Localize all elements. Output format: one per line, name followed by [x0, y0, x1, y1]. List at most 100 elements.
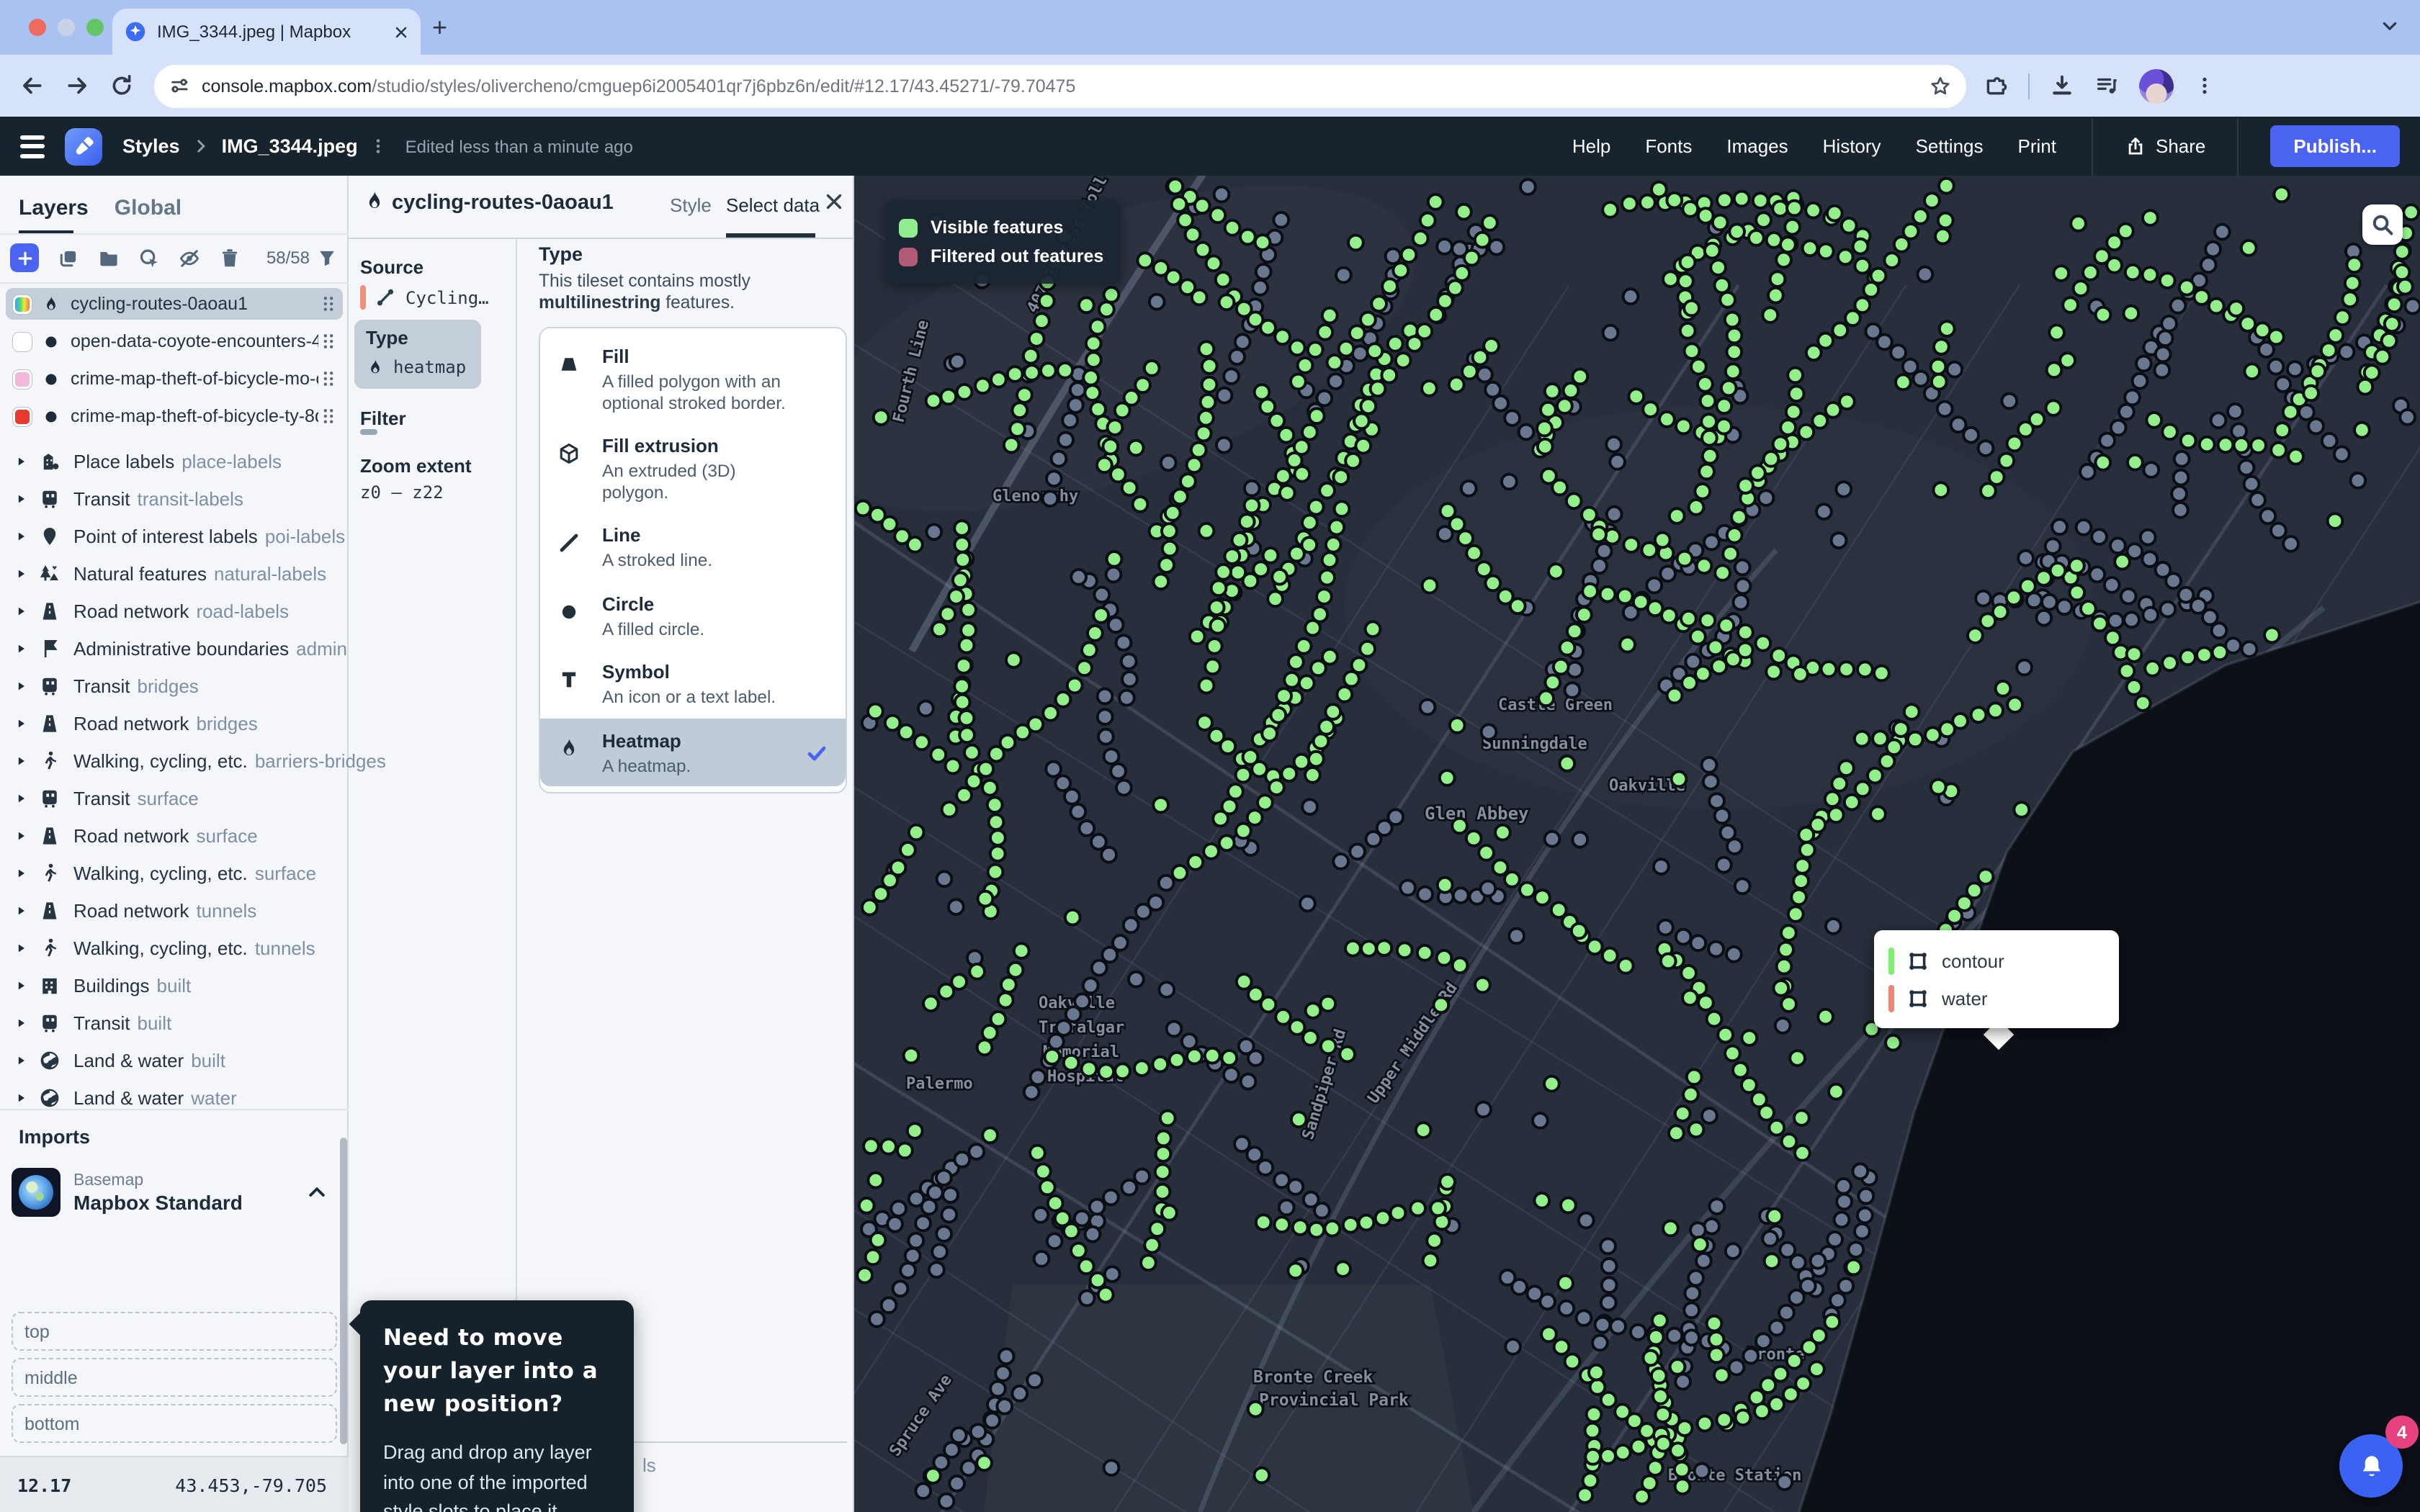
expand-triangle-icon[interactable]	[14, 754, 27, 767]
drag-handle-icon[interactable]	[318, 294, 339, 314]
add-layer-button[interactable]	[10, 243, 39, 272]
expand-triangle-icon[interactable]	[14, 866, 27, 879]
profile-avatar[interactable]	[2139, 68, 2174, 103]
nav-help[interactable]: Help	[1572, 135, 1611, 157]
nav-images[interactable]: Images	[1726, 135, 1788, 157]
expand-triangle-icon[interactable]	[14, 829, 27, 842]
media-playlist-icon[interactable]	[2094, 73, 2119, 98]
expand-triangle-icon[interactable]	[14, 567, 27, 580]
layer-row[interactable]: open-data-coyote-encounters-4...	[6, 325, 343, 357]
mac-zoom-button[interactable]	[86, 19, 104, 36]
drag-handle-icon[interactable]	[318, 369, 339, 389]
type-option-symbol[interactable]: SymbolAn icon or a text label.	[540, 649, 846, 718]
expand-triangle-icon[interactable]	[14, 1091, 27, 1104]
slot-top[interactable]: top	[12, 1312, 337, 1351]
filter-funnel-icon[interactable]	[317, 248, 337, 268]
basemap-import-card[interactable]: Basemap Mapbox Standard	[12, 1159, 337, 1225]
browser-menu-icon[interactable]	[2194, 75, 2215, 96]
expand-triangle-icon[interactable]	[14, 941, 27, 954]
mac-minimize-button[interactable]	[58, 19, 75, 36]
nav-history[interactable]: History	[1823, 135, 1881, 157]
back-icon[interactable]	[20, 73, 45, 98]
group-row[interactable]: Place labelsplace-labels	[0, 442, 349, 480]
group-row[interactable]: Walking, cycling, etc.barriers-bridges	[0, 742, 349, 779]
hamburger-menu-icon[interactable]	[20, 135, 45, 158]
map-canvas[interactable]: 407 Express Toll RouteFourth LineGlenorc…	[854, 176, 2420, 1512]
group-row[interactable]: Buildingsbuilt	[0, 966, 349, 1004]
group-row[interactable]: Road networkbridges	[0, 704, 349, 742]
layer-row[interactable]: crime-map-theft-of-bicycle-ty-8q...	[6, 400, 343, 432]
forward-icon[interactable]	[65, 73, 89, 98]
slot-middle[interactable]: middle	[12, 1358, 337, 1397]
publish-button[interactable]: Publish...	[2270, 125, 2400, 167]
expand-triangle-icon[interactable]	[14, 791, 27, 804]
group-row[interactable]: Land & waterbuilt	[0, 1041, 349, 1079]
nav-print[interactable]: Print	[2018, 135, 2056, 157]
expand-triangle-icon[interactable]	[14, 1053, 27, 1066]
expand-triangle-icon[interactable]	[14, 454, 27, 467]
new-tab-button[interactable]: +	[432, 14, 447, 40]
tab-global[interactable]: Global	[115, 196, 182, 220]
type-option-fill[interactable]: FillA filled polygon with an optional st…	[540, 334, 846, 423]
drag-handle-icon[interactable]	[318, 406, 339, 426]
share-button[interactable]: Share	[2124, 135, 2205, 157]
group-row[interactable]: Natural featuresnatural-labels	[0, 554, 349, 592]
group-row[interactable]: Road networktunnels	[0, 891, 349, 929]
type-option-heatmap[interactable]: HeatmapA heatmap.	[540, 718, 846, 786]
tab-close-icon[interactable]	[393, 24, 409, 40]
expand-triangle-icon[interactable]	[14, 978, 27, 991]
style-menu-icon[interactable]	[369, 137, 388, 156]
extensions-icon[interactable]	[1984, 73, 2008, 98]
nav-settings[interactable]: Settings	[1916, 135, 1984, 157]
layer-row[interactable]: cycling-routes-0aoau1	[6, 288, 343, 320]
expand-triangle-icon[interactable]	[14, 679, 27, 692]
nav-fonts[interactable]: Fonts	[1645, 135, 1692, 157]
expand-triangle-icon[interactable]	[14, 1016, 27, 1029]
close-editor-icon[interactable]	[824, 192, 844, 212]
expand-triangle-icon[interactable]	[14, 716, 27, 729]
expand-triangle-icon[interactable]	[14, 904, 27, 917]
group-row[interactable]: Administrative boundariesadmin	[0, 629, 349, 667]
source-row[interactable]: Cycling…	[360, 285, 489, 310]
type-option-fill-extrusion[interactable]: Fill extrusionAn extruded (3D) polygon.	[540, 423, 846, 513]
duplicate-layer-icon[interactable]	[58, 247, 79, 269]
sidebar-scrollbar[interactable]	[340, 1138, 347, 1444]
downloads-icon[interactable]	[2050, 73, 2074, 98]
drag-handle-icon[interactable]	[318, 331, 339, 351]
url-bar[interactable]: console.mapbox.com/studio/styles/oliverc…	[154, 64, 1966, 107]
group-row[interactable]: Transittransit-labels	[0, 480, 349, 517]
group-row[interactable]: Walking, cycling, etc.surface	[0, 854, 349, 891]
tab-select-data[interactable]: Select data	[726, 194, 820, 216]
hide-layer-icon[interactable]	[179, 247, 200, 269]
group-row[interactable]: Walking, cycling, etc.tunnels	[0, 929, 349, 966]
group-row[interactable]: Point of interest labelspoi-labels	[0, 517, 349, 554]
map-search-button[interactable]	[2362, 204, 2403, 245]
select-feature-icon[interactable]	[138, 247, 160, 269]
group-row[interactable]: Land & waterwater	[0, 1079, 349, 1116]
browser-tab[interactable]: IMG_3344.jpeg | Mapbox	[112, 9, 421, 55]
bookmark-star-icon[interactable]	[1929, 74, 1952, 97]
delete-layer-icon[interactable]	[219, 247, 241, 269]
window-chevron-icon[interactable]	[2380, 16, 2400, 36]
popup-row[interactable]: water	[1874, 979, 2119, 1017]
expand-triangle-icon[interactable]	[14, 529, 27, 542]
breadcrumb-styles[interactable]: Styles	[122, 135, 180, 157]
tab-layers[interactable]: Layers	[19, 196, 89, 220]
popup-row[interactable]: contour	[1874, 942, 2119, 979]
expand-triangle-icon[interactable]	[14, 642, 27, 654]
group-row[interactable]: Transitsurface	[0, 779, 349, 816]
slot-bottom[interactable]: bottom	[12, 1404, 337, 1443]
collapse-chevron-icon[interactable]	[305, 1181, 328, 1204]
expand-triangle-icon[interactable]	[14, 492, 27, 505]
type-option-circle[interactable]: CircleA filled circle.	[540, 581, 846, 649]
group-row[interactable]: Transitbuilt	[0, 1004, 349, 1041]
layer-row[interactable]: crime-map-theft-of-bicycle-mo-c...	[6, 363, 343, 395]
tab-style[interactable]: Style	[670, 194, 712, 216]
mac-close-button[interactable]	[29, 19, 46, 36]
group-layers-icon[interactable]	[98, 247, 120, 269]
group-row[interactable]: Road networksurface	[0, 816, 349, 854]
expand-triangle-icon[interactable]	[14, 604, 27, 617]
group-row[interactable]: Road networkroad-labels	[0, 592, 349, 629]
group-row[interactable]: Transitbridges	[0, 667, 349, 704]
type-option-line[interactable]: LineA stroked line.	[540, 513, 846, 581]
